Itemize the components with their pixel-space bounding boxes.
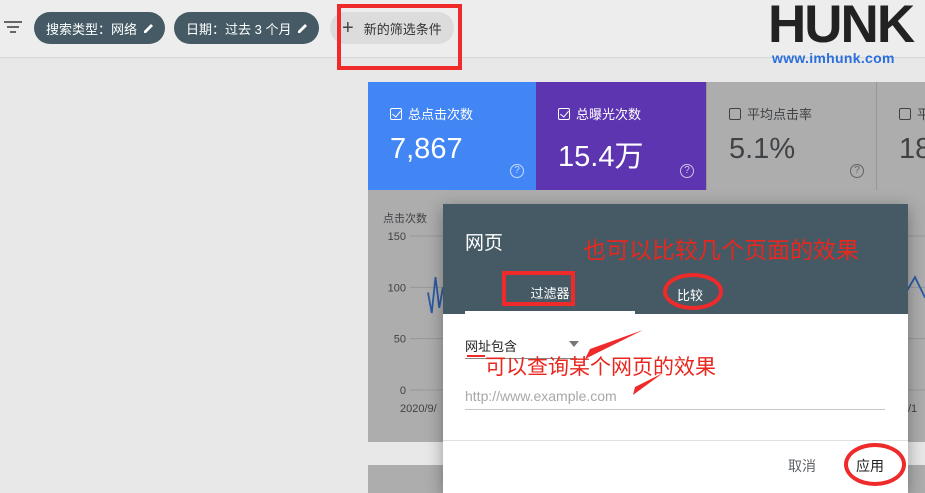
metric-card-impressions[interactable]: 总曝光次数 15.4万 ?	[536, 82, 706, 190]
checkbox-icon	[558, 107, 570, 120]
edit-icon	[144, 24, 154, 33]
hunk-logo: HUNK www.imhunk.com	[768, 0, 925, 70]
search-type-chip-label: 搜索类型：网络	[46, 21, 138, 37]
filter-icon[interactable]	[4, 19, 22, 35]
arrow-to-input	[633, 373, 663, 395]
highlight-ring-apply	[844, 443, 906, 486]
annotation-arrows	[467, 330, 663, 395]
cancel-button[interactable]: 取消	[788, 456, 816, 476]
metric-value: 7,867	[390, 133, 463, 165]
metric-label: 总曝光次数	[576, 107, 642, 122]
highlight-ring-compare-tab	[663, 273, 723, 310]
dialog-footer: 取消 应用	[443, 440, 908, 493]
metric-card-clicks[interactable]: 总点击次数 7,867 ?	[368, 82, 536, 190]
help-icon[interactable]: ?	[510, 164, 524, 178]
date-chip-label: 日期：过去 3 个月	[186, 21, 292, 37]
logo-url: www.imhunk.com	[772, 50, 895, 66]
date-chip[interactable]: 日期：过去 3 个月	[174, 12, 320, 44]
overlay-scrim	[706, 82, 925, 190]
help-icon[interactable]: ?	[680, 164, 694, 178]
edit-icon	[298, 24, 308, 33]
arrow-to-select	[585, 330, 643, 359]
dialog-title: 网页	[465, 233, 504, 254]
search-type-chip[interactable]: 搜索类型：网络	[34, 12, 166, 44]
highlight-box-filter-tab	[502, 271, 575, 306]
logo-brand: HUNK	[768, 0, 915, 54]
highlight-box-add-filter	[337, 4, 462, 70]
checkbox-icon	[390, 107, 402, 120]
metric-label: 总点击次数	[408, 107, 474, 122]
annotation-compare-note: 也可以比较几个页面的效果	[583, 238, 859, 264]
